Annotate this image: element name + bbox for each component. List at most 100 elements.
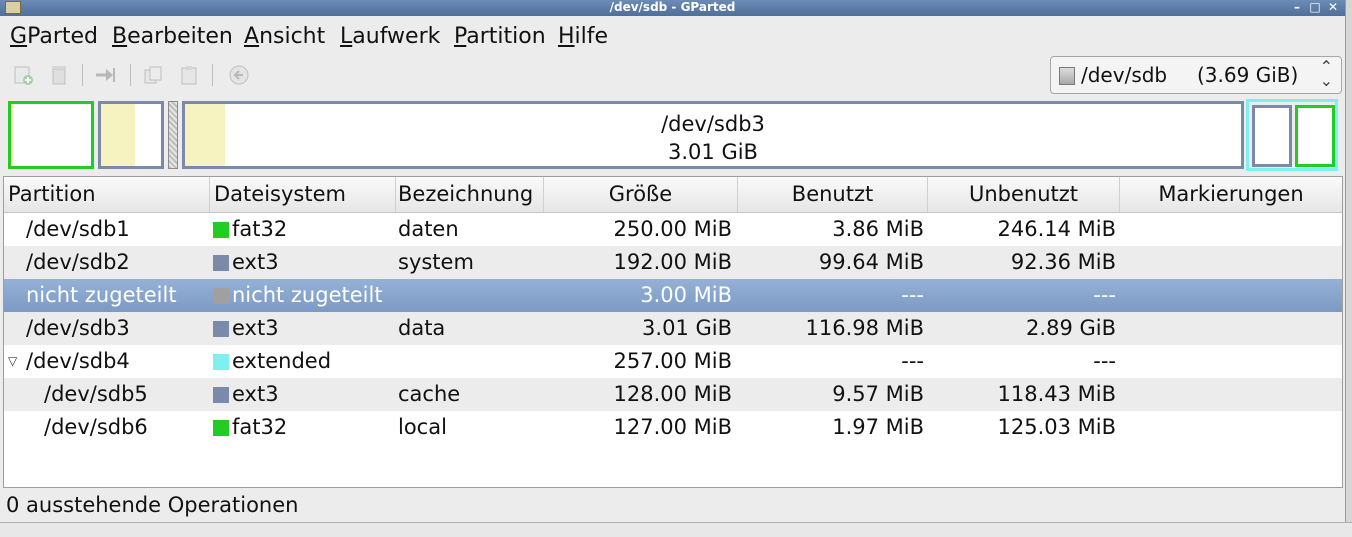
cell-label: data [398, 316, 446, 340]
toolbar-separator [130, 64, 131, 86]
map-partition-sdb3[interactable]: /dev/sdb3 3.01 GiB [182, 101, 1244, 169]
filesystem-color-swatch [213, 321, 229, 337]
map-partition-sdb5[interactable] [1252, 105, 1292, 167]
map-partition-sdb2[interactable] [98, 101, 164, 169]
cell-unused: 92.36 MiB [1010, 250, 1116, 274]
cell-size: 3.01 GiB [642, 316, 732, 340]
filesystem-color-swatch [213, 288, 229, 304]
undo-icon[interactable] [228, 64, 250, 86]
cell-label: system [398, 250, 474, 274]
minimize-icon[interactable]: – [1289, 1, 1305, 14]
cell-size: 250.00 MiB [613, 217, 732, 241]
cell-filesystem: ext3 [232, 316, 279, 340]
col-unbenutzt[interactable]: Unbenutzt [928, 177, 1120, 212]
map-partition-sdb6[interactable] [1295, 105, 1335, 167]
map-sdb3-name: /dev/sdb3 [661, 112, 765, 136]
paste-icon[interactable] [178, 64, 200, 86]
col-groesse[interactable]: Größe [544, 177, 738, 212]
device-name: /dev/sdb [1081, 63, 1168, 87]
menu-hilfe[interactable]: Hilfe [558, 24, 608, 49]
drive-icon [1059, 67, 1075, 85]
expander-triangle-icon[interactable]: ▽ [8, 345, 17, 378]
title-bar[interactable]: /dev/sdb - GParted – □ ✕ [0, 0, 1345, 16]
device-size: (3.69 GiB) [1197, 63, 1299, 87]
table-header: Partition Dateisystem Bezeichnung Größe … [4, 177, 1342, 213]
cell-used: 1.97 MiB [832, 415, 924, 439]
cell-partition: nicht zugeteilt [26, 283, 177, 307]
col-markierungen[interactable]: Markierungen [1120, 177, 1342, 212]
cell-unused: 246.14 MiB [997, 217, 1116, 241]
filesystem-color-swatch [213, 255, 229, 271]
cell-unused: 118.43 MiB [997, 382, 1116, 406]
background-window-edge [0, 522, 1352, 537]
partition-table: Partition Dateisystem Bezeichnung Größe … [3, 176, 1343, 488]
map-partition-sdb1[interactable] [8, 101, 94, 169]
menu-laufwerk[interactable]: Laufwerk [340, 24, 440, 49]
col-bezeichnung[interactable]: Bezeichnung [396, 177, 544, 212]
menu-partition[interactable]: Partition [454, 24, 546, 49]
close-icon[interactable]: ✕ [1325, 1, 1341, 14]
col-partition[interactable]: Partition [4, 177, 210, 212]
cell-size: 127.00 MiB [613, 415, 732, 439]
cell-used: 99.64 MiB [818, 250, 924, 274]
new-partition-icon[interactable] [12, 64, 34, 86]
table-row[interactable]: /dev/sdb5 ext3 cache 128.00 MiB 9.57 MiB 118.… [4, 378, 1342, 411]
copy-icon[interactable] [142, 64, 164, 86]
menu-ansicht[interactable]: Ansicht [244, 24, 325, 49]
cell-filesystem: nicht zugeteilt [232, 283, 383, 307]
cell-used: --- [901, 349, 924, 373]
cell-label: local [398, 415, 447, 439]
table-row[interactable]: nicht zugeteilt nicht zugeteilt 3.00 MiB --… [4, 279, 1342, 312]
cell-used: 3.86 MiB [832, 217, 924, 241]
cell-size: 3.00 MiB [640, 283, 732, 307]
map-unallocated[interactable] [168, 101, 178, 169]
toolbar-separator [212, 64, 213, 86]
pending-operations-text: 0 ausstehende Operationen [6, 493, 299, 517]
device-selector[interactable]: /dev/sdb (3.69 GiB) ⌃ ⌄ [1050, 56, 1342, 94]
cell-unused: --- [1093, 349, 1116, 373]
menu-bar: GParted Bearbeiten Ansicht Laufwerk Part… [0, 22, 1345, 54]
table-row[interactable]: /dev/sdb3 ext3 data 3.01 GiB 116.98 MiB 2.89 … [4, 312, 1342, 345]
cell-label: daten [398, 217, 459, 241]
map-sdb3-size: 3.01 GiB [668, 140, 758, 164]
cell-size: 128.00 MiB [613, 382, 732, 406]
cell-partition: /dev/sdb5 [44, 382, 148, 406]
filesystem-color-swatch [213, 354, 229, 370]
gparted-window: /dev/sdb - GParted – □ ✕ GParted Bearbei… [0, 0, 1346, 522]
cell-unused: 2.89 GiB [1026, 316, 1116, 340]
chevron-updown-icon: ⌃ ⌄ [1319, 57, 1333, 90]
cell-label: cache [398, 382, 461, 406]
delete-icon[interactable] [48, 64, 70, 86]
cell-filesystem: fat32 [232, 415, 288, 439]
cell-used: 9.57 MiB [832, 382, 924, 406]
menu-gparted[interactable]: GParted [10, 24, 98, 49]
cell-unused: --- [1093, 283, 1116, 307]
table-row[interactable]: /dev/sdb1 fat32 daten 250.00 MiB 3.86 MiB 246… [4, 213, 1342, 246]
status-bar: 0 ausstehende Operationen [0, 490, 1345, 520]
maximize-icon[interactable]: □ [1307, 1, 1323, 14]
map-partition-sdb4-extended[interactable] [1246, 99, 1338, 171]
cell-filesystem: extended [232, 349, 332, 373]
cell-partition: /dev/sdb1 [26, 217, 130, 241]
col-benutzt[interactable]: Benutzt [738, 177, 928, 212]
filesystem-color-swatch [213, 387, 229, 403]
partition-map: /dev/sdb3 3.01 GiB [4, 99, 1344, 172]
table-row[interactable]: /dev/sdb2 ext3 system 192.00 MiB 99.64 MiB 92… [4, 246, 1342, 279]
filesystem-color-swatch [213, 420, 229, 436]
cell-partition: /dev/sdb2 [26, 250, 130, 274]
cell-filesystem: ext3 [232, 250, 279, 274]
menu-bearbeiten[interactable]: Bearbeiten [112, 24, 233, 49]
cell-used: --- [901, 283, 924, 307]
col-dateisystem[interactable]: Dateisystem [210, 177, 396, 212]
cell-unused: 125.03 MiB [997, 415, 1116, 439]
resize-move-icon[interactable] [94, 64, 116, 86]
toolbar-separator [82, 64, 83, 86]
cell-size: 192.00 MiB [613, 250, 732, 274]
filesystem-color-swatch [213, 222, 229, 238]
cell-partition: /dev/sdb3 [26, 316, 130, 340]
cell-used: 116.98 MiB [805, 316, 924, 340]
window-title: /dev/sdb - GParted [609, 0, 736, 14]
table-row[interactable]: ▽ /dev/sdb4 extended 257.00 MiB --- --- [4, 345, 1342, 378]
cell-partition: /dev/sdb4 [26, 349, 130, 373]
table-row[interactable]: /dev/sdb6 fat32 local 127.00 MiB 1.97 MiB 125… [4, 411, 1342, 444]
